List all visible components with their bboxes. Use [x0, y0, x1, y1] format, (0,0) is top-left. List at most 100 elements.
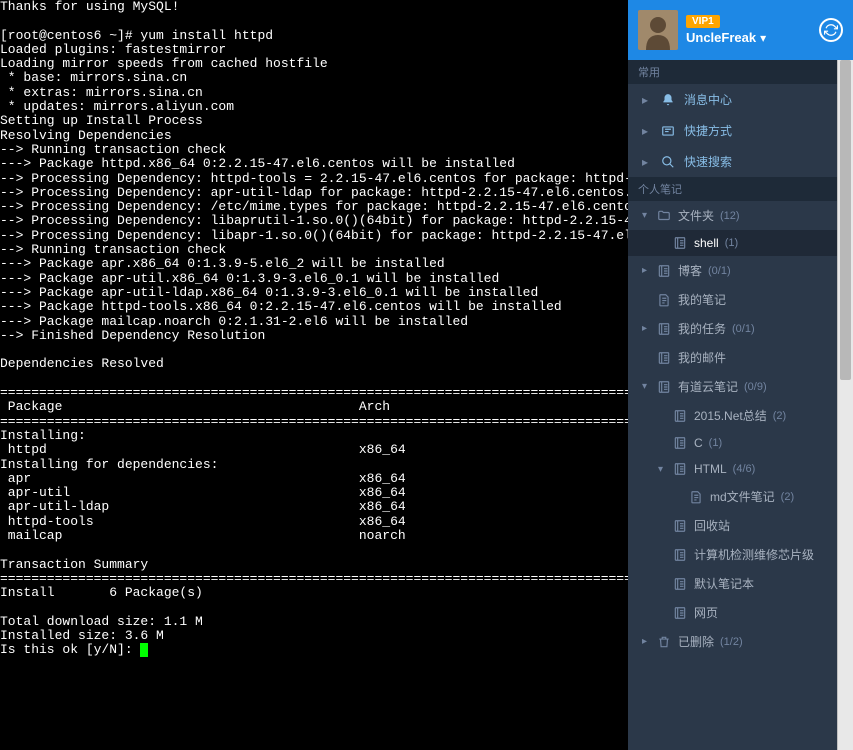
tree-chevron-icon: ▸ [642, 265, 650, 276]
terminal[interactable]: Thanks for using MySQL! [root@centos6 ~]… [0, 0, 628, 750]
tree-item[interactable]: md文件笔记 (2) [628, 482, 837, 511]
username-dropdown[interactable]: UncleFreak ▾ [686, 30, 811, 45]
tree-item[interactable]: 默认笔记本 [628, 569, 837, 598]
tree-label: md文件笔记 [710, 488, 775, 505]
tree-item[interactable]: shell (1) [628, 230, 837, 256]
sync-button[interactable] [819, 18, 843, 42]
chevron-right-icon: ▸ [642, 93, 652, 107]
tree-item[interactable]: ▾ 有道云笔记 (0/9) [628, 372, 837, 401]
tree-item[interactable]: ▾HTML (4/6) [628, 456, 837, 482]
tree-item[interactable]: ▸我的任务 (0/1) [628, 314, 837, 343]
tree-label: 有道云笔记 [678, 378, 738, 395]
terminal-line: --> Running transaction check [0, 243, 628, 257]
nav-item[interactable]: ▸快捷方式 [628, 115, 837, 146]
tree-count: (1) [725, 237, 738, 249]
chevron-right-icon: ▸ [642, 124, 652, 138]
note-icon [656, 322, 672, 336]
doc-icon [688, 490, 704, 504]
note-icon [672, 409, 688, 423]
note-icon [672, 577, 688, 591]
tree-label: 我的任务 [678, 320, 726, 337]
nav-label: 消息中心 [684, 91, 732, 108]
bell-icon [660, 93, 676, 107]
tree-item[interactable]: ▾ 文件夹 (12) [628, 201, 837, 230]
terminal-line: ---> Package apr.x86_64 0:1.3.9-5.el6_2 … [0, 257, 628, 271]
tree-item[interactable]: 回收站 [628, 511, 837, 540]
terminal-line: ---> Package mailcap.noarch 0:2.1.31-2.e… [0, 315, 628, 329]
tree-count: (12) [720, 210, 740, 222]
folder-icon [656, 209, 672, 223]
tree-label: C [694, 436, 703, 450]
tree-chevron-icon: ▾ [642, 381, 650, 392]
terminal-line: Transaction Summary [0, 558, 628, 572]
terminal-line: Package Arch [0, 400, 628, 414]
terminal-line [0, 372, 628, 386]
terminal-line: mailcap noarch [0, 529, 628, 543]
terminal-line: ---> Package apr-util-ldap.x86_64 0:1.3.… [0, 286, 628, 300]
terminal-line: --> Processing Dependency: libaprutil-1.… [0, 214, 628, 228]
tree-count: (0/9) [744, 381, 767, 393]
tree-item[interactable]: 2015.Net总结 (2) [628, 401, 837, 430]
tree-item[interactable]: 网页 [628, 598, 837, 627]
avatar[interactable] [638, 10, 678, 50]
tree-item[interactable]: C (1) [628, 430, 837, 456]
note-icon [656, 380, 672, 394]
terminal-line: Dependencies Resolved [0, 357, 628, 371]
nav-item[interactable]: ▸快速搜索 [628, 146, 837, 177]
scrollbar-thumb[interactable] [840, 60, 851, 380]
tree-label: 博客 [678, 262, 702, 279]
nav-item[interactable]: ▸ 消息中心 [628, 84, 837, 115]
tree-chevron-icon: ▾ [642, 210, 650, 221]
tree-item[interactable]: 我的邮件 [628, 343, 837, 372]
terminal-line: --> Finished Dependency Resolution [0, 329, 628, 343]
tree-count: (0/1) [732, 323, 755, 335]
terminal-line: * updates: mirrors.aliyun.com [0, 100, 628, 114]
tree-label: 我的邮件 [678, 349, 726, 366]
tree-chevron-icon [658, 438, 666, 449]
nav-label: 快速搜索 [684, 153, 732, 170]
note-icon [672, 236, 688, 250]
tree-chevron-icon [674, 491, 682, 502]
cursor-icon [140, 643, 148, 657]
terminal-line: --> Running transaction check [0, 143, 628, 157]
tree-label: 已删除 [678, 633, 714, 650]
tree-label: 计算机检测维修芯片级 [694, 546, 814, 563]
tree-item[interactable]: ▸已删除 (1/2) [628, 627, 837, 656]
terminal-line: * extras: mirrors.sina.cn [0, 86, 628, 100]
tree-label: 2015.Net总结 [694, 407, 767, 424]
user-header: VIP1 UncleFreak ▾ [628, 0, 853, 60]
tree-item[interactable]: 我的笔记 [628, 285, 837, 314]
terminal-line: ========================================… [0, 415, 628, 429]
terminal-line: httpd-tools x86_64 [0, 515, 628, 529]
section-common: 常用 [628, 60, 837, 84]
terminal-line: --> Processing Dependency: httpd-tools =… [0, 172, 628, 186]
tree-label: 文件夹 [678, 207, 714, 224]
tree-chevron-icon [658, 607, 666, 618]
trash-icon [656, 635, 672, 649]
terminal-line: ---> Package apr-util.x86_64 0:1.3.9-3.e… [0, 272, 628, 286]
terminal-line [0, 343, 628, 357]
tree-chevron-icon [658, 549, 666, 560]
terminal-line [0, 600, 628, 614]
terminal-line [0, 543, 628, 557]
tree-label: 网页 [694, 604, 718, 621]
tree-count: (2) [781, 491, 794, 503]
terminal-line: --> Processing Dependency: /etc/mime.typ… [0, 200, 628, 214]
terminal-line: * base: mirrors.sina.cn [0, 71, 628, 85]
terminal-line: ---> Package httpd.x86_64 0:2.2.15-47.el… [0, 157, 628, 171]
scrollbar[interactable] [837, 60, 853, 750]
note-icon [656, 351, 672, 365]
terminal-line: Total download size: 1.1 M [0, 615, 628, 629]
terminal-line: Thanks for using MySQL! [0, 0, 628, 14]
tree-chevron-icon: ▾ [658, 464, 666, 475]
tree-count: (0/1) [708, 265, 731, 277]
note-icon [656, 264, 672, 278]
terminal-line: ========================================… [0, 386, 628, 400]
tree-label: HTML [694, 462, 727, 476]
terminal-line: Installed size: 3.6 M [0, 629, 628, 643]
terminal-prompt-line[interactable]: Is this ok [y/N]: [0, 643, 628, 657]
note-icon [672, 548, 688, 562]
tree-chevron-icon [658, 410, 666, 421]
tree-item[interactable]: 计算机检测维修芯片级 [628, 540, 837, 569]
tree-item[interactable]: ▸ 博客 (0/1) [628, 256, 837, 285]
